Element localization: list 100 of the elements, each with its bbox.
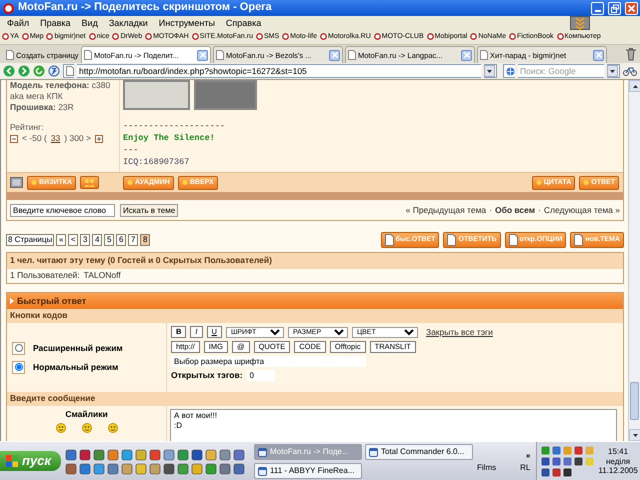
forward-icon[interactable] — [18, 65, 30, 77]
more-button[interactable]: » — [526, 450, 530, 460]
scroll-down-button[interactable] — [629, 429, 640, 441]
scrollbar-thumb[interactable] — [630, 382, 639, 420]
topic-link[interactable]: « Предыдущая тема — [406, 204, 486, 216]
dropdown-button[interactable] — [607, 65, 618, 77]
wand-icon[interactable] — [48, 65, 60, 77]
contacts-button[interactable] — [80, 176, 100, 189]
profile-icon[interactable] — [10, 177, 23, 188]
hint-field[interactable]: Выбор размера шрифта — [171, 356, 366, 367]
page-link[interactable]: 3 — [80, 234, 90, 246]
menu-item[interactable]: Файл — [6, 18, 30, 28]
program-icon[interactable] — [135, 462, 147, 474]
bicycle-icon[interactable] — [623, 66, 637, 76]
minimize-button[interactable] — [591, 2, 604, 14]
program-icon[interactable] — [163, 462, 175, 474]
menu-item[interactable]: Вид — [80, 18, 99, 28]
program-icon[interactable] — [191, 462, 203, 474]
address-field[interactable]: http://motofan.ru/board/index.php?showtopic=16272&st=105 — [77, 64, 481, 78]
program-icon[interactable] — [65, 448, 77, 460]
program-icon[interactable] — [135, 448, 147, 460]
program-icon[interactable] — [163, 448, 175, 460]
program-icon[interactable] — [121, 462, 133, 474]
current-forum[interactable]: Обо всем — [495, 204, 536, 216]
screenshot-thumbnail[interactable] — [123, 80, 190, 110]
bookmark-icon — [426, 33, 434, 40]
dot-icon — [182, 179, 188, 186]
program-icon[interactable] — [79, 448, 91, 460]
page-link[interactable]: 5 — [104, 234, 114, 246]
program-icon[interactable] — [219, 448, 231, 460]
restore-button[interactable] — [608, 2, 621, 14]
program-icon[interactable] — [149, 462, 161, 474]
taskbar-window-button[interactable]: 111 - ABBYY FineRea... — [254, 463, 362, 479]
user-link[interactable]: TALONoff — [84, 270, 121, 282]
toolbar-label[interactable]: Films — [477, 462, 496, 472]
restore-icon — [610, 4, 619, 12]
page-link[interactable]: « — [56, 234, 66, 246]
mode-radio[interactable] — [12, 360, 25, 374]
smiley-icon[interactable] — [82, 423, 92, 434]
back-icon[interactable] — [3, 65, 15, 77]
minus-box-icon[interactable] — [10, 134, 18, 142]
bookmark-icon — [88, 33, 96, 40]
program-icon[interactable] — [121, 448, 133, 460]
page-link[interactable]: 4 — [92, 234, 102, 246]
smilies-title: Смайлики — [65, 409, 108, 420]
close-button[interactable] — [625, 2, 638, 14]
program-icon[interactable] — [79, 462, 91, 474]
program-icon[interactable] — [219, 462, 231, 474]
program-icon[interactable] — [149, 448, 161, 460]
program-icon[interactable] — [93, 462, 105, 474]
page-link[interactable]: < — [68, 234, 78, 246]
menu-item[interactable]: Инструменты — [158, 18, 216, 28]
smiley-icon[interactable] — [56, 423, 66, 434]
close-tab-button[interactable] — [197, 50, 208, 60]
program-icon[interactable] — [205, 462, 217, 474]
program-icon[interactable] — [177, 448, 189, 460]
menu-item[interactable]: Правка — [39, 18, 72, 28]
close-tab-button[interactable] — [593, 50, 604, 60]
close-tags-link[interactable]: Закрыть все тэги — [426, 326, 493, 338]
toolbar-label[interactable]: RL — [520, 462, 530, 472]
download-arrows-icon[interactable] — [570, 16, 590, 30]
bookmark-icon — [145, 33, 152, 40]
page-link[interactable]: 7 — [128, 234, 138, 246]
program-icon[interactable] — [191, 448, 203, 460]
topic-link[interactable]: Следующая тема » — [544, 204, 620, 216]
open-tags-field[interactable]: 0 — [246, 370, 275, 381]
program-icon[interactable] — [233, 448, 245, 460]
trash-icon[interactable] — [625, 47, 637, 61]
close-tab-button[interactable] — [329, 50, 340, 60]
program-icon[interactable] — [107, 462, 119, 474]
dropdown-button[interactable] — [484, 65, 495, 77]
page-link[interactable]: 6 — [116, 234, 126, 246]
program-icon[interactable] — [177, 462, 189, 474]
program-icon[interactable] — [107, 448, 119, 460]
mode-radio[interactable] — [12, 342, 25, 354]
search-topic-button[interactable]: Искать в теме — [120, 204, 178, 216]
taskbar-window-button[interactable]: Total Commander 6.0... — [365, 444, 473, 460]
keyword-field[interactable]: Введите ключевое слово — [10, 204, 115, 216]
users-label: 1 Пользователей: — [10, 270, 80, 282]
program-icon[interactable] — [93, 448, 105, 460]
scroll-up-button[interactable] — [629, 80, 640, 92]
rating-score-link[interactable]: 33 — [50, 133, 60, 144]
program-icon[interactable] — [205, 448, 217, 460]
reload-icon[interactable] — [33, 65, 45, 77]
windows-flag-icon — [6, 455, 18, 467]
plus-box-icon[interactable] — [94, 134, 103, 142]
program-icon[interactable] — [233, 462, 245, 474]
bookmark-icon — [320, 33, 327, 40]
page-link[interactable]: 8 — [140, 234, 150, 246]
section-title: Введите сообщение — [7, 392, 623, 406]
smiley-icon[interactable] — [108, 423, 118, 434]
menu-item[interactable]: Закладки — [108, 18, 149, 28]
program-icon[interactable] — [65, 462, 77, 474]
close-tab-button[interactable] — [461, 50, 472, 60]
message-field[interactable]: А вот мои!!! :D — [170, 409, 617, 441]
search-field[interactable]: Поиск: Google — [518, 64, 604, 78]
caret-icon — [486, 68, 493, 74]
rating-text: < -50 ( — [22, 133, 47, 144]
menu-item[interactable]: Справка — [224, 18, 262, 28]
section-title: Кнопки кодов — [7, 309, 623, 323]
